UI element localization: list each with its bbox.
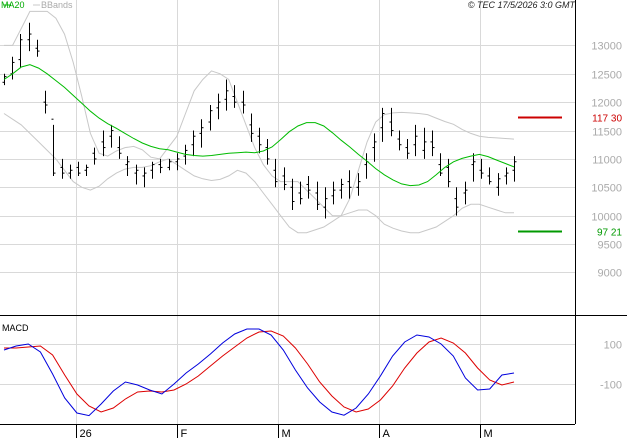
price-candle (331, 181, 336, 205)
price-candle (430, 130, 435, 157)
price-y-axis: 9000 9500 10000 10500 11000 11500 12000 12500 13… (591, 41, 622, 280)
x-tick-label: A (383, 428, 391, 440)
price-candle (397, 130, 402, 151)
price-tick-label: 12000 (591, 98, 622, 110)
x-tick-label: 26 (80, 428, 92, 440)
price-candle (364, 153, 369, 179)
price-candle (249, 113, 254, 142)
macd-y-axis: 100 -100 (600, 340, 622, 392)
price-candle (282, 167, 287, 191)
price-candle (265, 139, 270, 165)
macd-grid (0, 316, 575, 424)
price-candle (323, 187, 328, 219)
price-candle (372, 133, 377, 162)
price-candle (199, 119, 204, 148)
bollinger-bands (3, 10, 515, 234)
price-candle (84, 164, 89, 176)
price-tick-label: 11000 (592, 155, 622, 167)
price-candle (496, 173, 501, 196)
macd-tick-label: 100 (604, 340, 622, 352)
price-candle (504, 167, 509, 185)
x-tick-label: M (282, 428, 291, 440)
price-candle (101, 130, 106, 157)
price-tick-label: 10000 (591, 212, 622, 224)
price-candle (109, 124, 114, 148)
price-candle (10, 56, 15, 80)
price-candle (27, 22, 32, 52)
macd-tick-label: -100 (600, 380, 622, 392)
price-candle (422, 127, 427, 159)
price-tick-label: 10500 (591, 183, 622, 195)
price-tick-label: 12500 (591, 70, 622, 82)
price-candle (290, 178, 295, 210)
ma20-legend-label: MA20 (1, 0, 25, 10)
x-tick-label: F (181, 428, 188, 440)
price-candle (76, 161, 81, 176)
resistance-level-label: 117 30 (592, 113, 622, 124)
price-candle (216, 93, 221, 120)
macd-lines (3, 328, 515, 417)
price-candle (446, 158, 451, 188)
copyright-label: © TEC 17/5/2026 3:0 GMT (468, 0, 577, 10)
price-candle (315, 181, 320, 210)
price-candle (92, 147, 97, 165)
price-candle (356, 173, 361, 196)
price-candle (487, 167, 492, 185)
price-legend: MA20 BBands (1, 0, 73, 10)
price-candle (413, 124, 418, 157)
ma20-line-group (3, 64, 515, 187)
x-axis: 26 F M A M (76, 424, 493, 440)
price-candle (208, 105, 213, 131)
price-candle (339, 178, 344, 199)
price-candle (405, 139, 410, 159)
price-candle (175, 153, 180, 171)
price-candle (224, 79, 229, 111)
chart-figure: 117 30 97 21 9000 9500 10000 10500 11000 11500… (0, 0, 627, 440)
price-candle (150, 161, 155, 179)
bbands-upper-line (4, 10, 515, 217)
support-level-label: 97 21 (597, 228, 622, 239)
price-candles (2, 22, 517, 219)
price-candle (191, 130, 196, 157)
macd-panel: 100 -100 MACD (0, 316, 622, 424)
x-tick-label: M (484, 428, 493, 440)
price-candle (117, 136, 122, 159)
price-tick-label: 13000 (591, 41, 622, 53)
bbands-legend-label: BBands (41, 0, 73, 10)
price-panel: 117 30 97 21 9000 9500 10000 10500 11000 11500… (0, 0, 622, 315)
price-grid (0, 0, 575, 315)
price-candle (232, 85, 237, 108)
price-tick-label: 11500 (592, 127, 622, 139)
ma20-line (3, 64, 515, 187)
price-candle (51, 118, 56, 176)
signal-line (4, 330, 515, 413)
price-candle (273, 158, 278, 188)
price-tick-label: 9000 (598, 268, 622, 280)
price-candle (142, 167, 147, 188)
price-candle (18, 34, 23, 69)
price-candle (463, 181, 468, 205)
price-candle (380, 107, 385, 142)
price-candle (471, 153, 476, 182)
price-candle (35, 39, 40, 57)
price-tick-label: 9500 (598, 240, 622, 252)
macd-line (3, 328, 515, 417)
macd-title: MACD (2, 323, 29, 333)
